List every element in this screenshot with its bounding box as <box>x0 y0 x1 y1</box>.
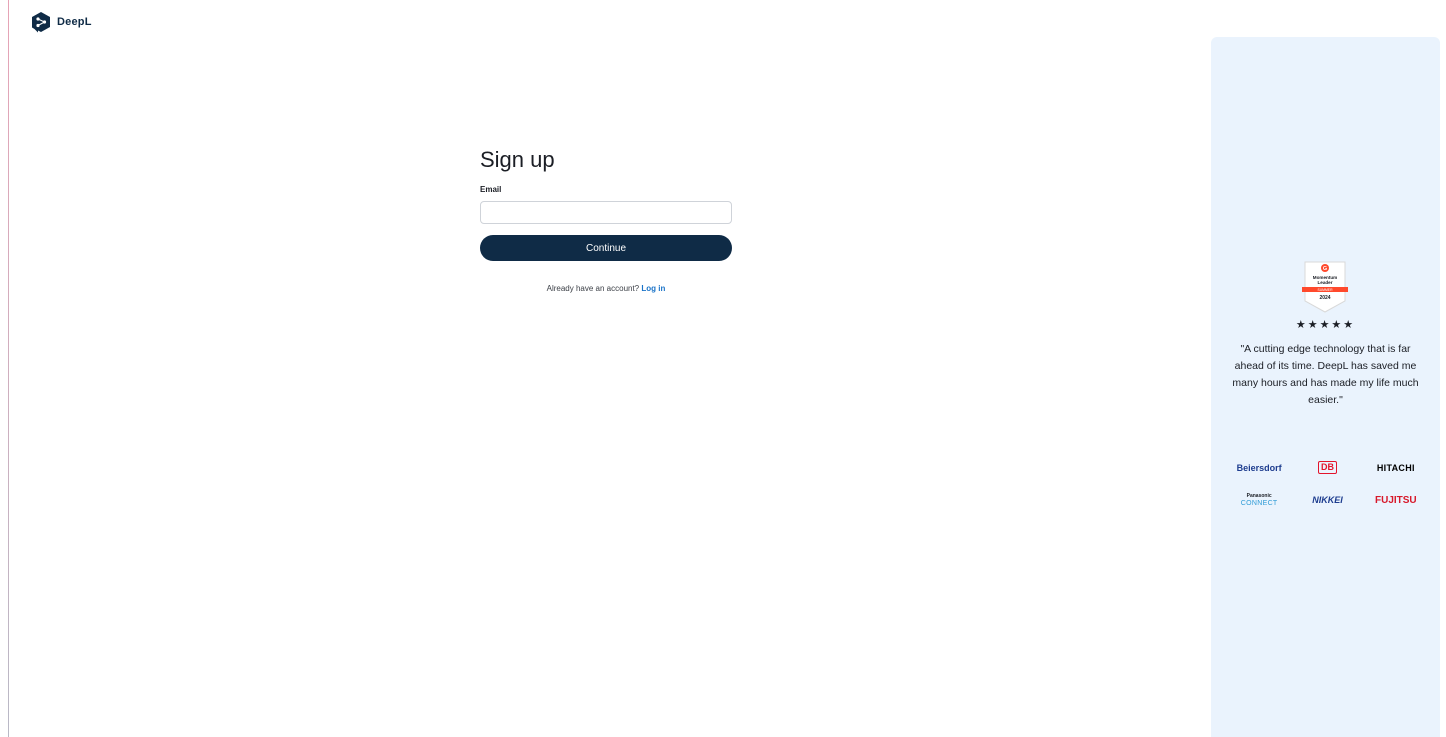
fujitsu-logo: FUJITSU <box>1374 494 1417 506</box>
login-link[interactable]: Log in <box>641 284 665 293</box>
brand[interactable]: DeepL <box>31 11 92 33</box>
star-rating: ★★★★★ <box>1295 319 1356 331</box>
badge-brand: G <box>1323 266 1327 272</box>
customer-logos: Beiersdorf DB HITACHI Panasonic CONNECT … <box>1225 461 1430 508</box>
testimonial-quote: "A cutting edge technology that is far a… <box>1232 343 1419 406</box>
brand-name: DeepL <box>57 16 92 28</box>
page-title: Sign up <box>480 147 555 172</box>
badge-line2: Leader <box>1317 280 1332 285</box>
badge-year: 2024 <box>1319 295 1330 301</box>
nikkei-logo: NIKKEI <box>1312 495 1343 505</box>
panasonic-logo-bottom: CONNECT <box>1240 500 1278 507</box>
continue-button[interactable]: Continue <box>480 235 732 261</box>
testimonial-panel: G Momentum Leader SUMMER 2024 ★★★★★ "A c… <box>1211 37 1440 737</box>
email-label: Email <box>480 185 502 194</box>
login-prompt-text: Already have an account? <box>546 284 640 293</box>
signup-form: Sign up Email Continue Already have an a… <box>480 146 732 293</box>
left-edge-divider <box>8 0 9 737</box>
hitachi-logo: HITACHI <box>1376 462 1415 473</box>
db-logo: DB <box>1317 461 1337 474</box>
panasonic-logo-top: Panasonic <box>1246 493 1272 499</box>
badge-ribbon: SUMMER <box>1317 288 1333 292</box>
email-field[interactable] <box>480 201 732 224</box>
panasonic-connect-logo: Panasonic CONNECT <box>1241 492 1278 508</box>
deepl-logo-icon <box>32 12 50 33</box>
login-prompt-line: Already have an account? Log in <box>480 284 732 293</box>
g2-momentum-leader-badge: G Momentum Leader SUMMER 2024 <box>1302 261 1348 313</box>
page: DeepL Sign up Email Continue Already hav… <box>0 0 1446 737</box>
beiersdorf-logo: Beiersdorf <box>1236 462 1282 473</box>
